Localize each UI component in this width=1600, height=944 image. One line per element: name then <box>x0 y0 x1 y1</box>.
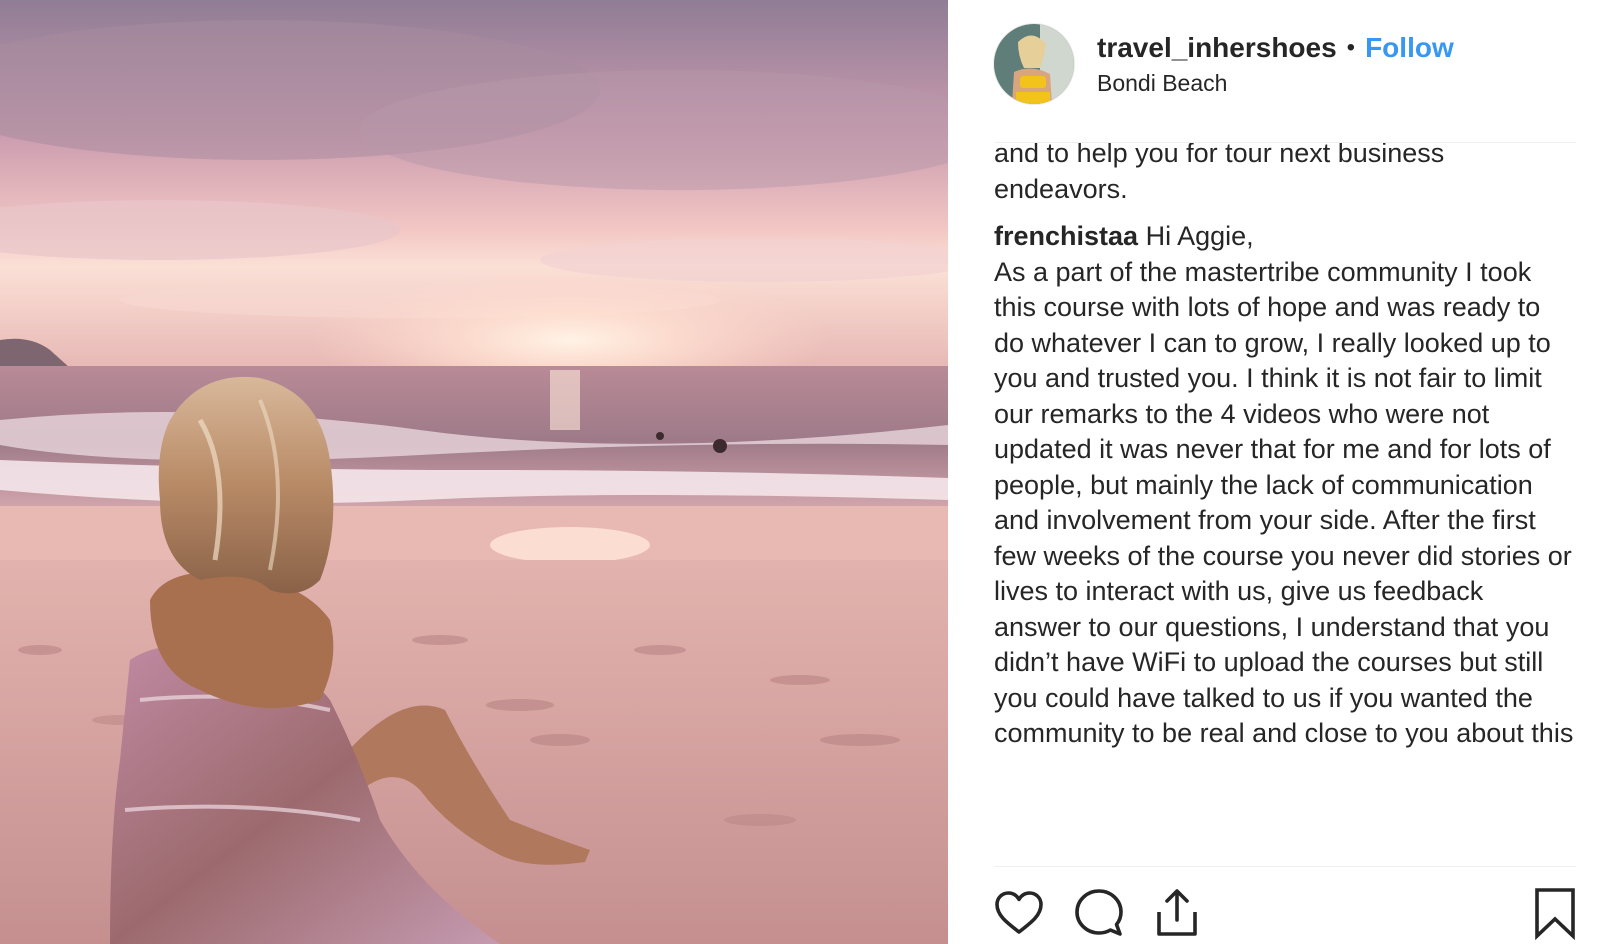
comment-item: frenchistaa Hi Aggie, As a part of the m… <box>994 219 1574 752</box>
avatar-image <box>994 24 1074 104</box>
share-button[interactable] <box>1150 886 1204 940</box>
separator-dot: • <box>1346 33 1356 61</box>
comment-continued-text: and to help you for tour next business e… <box>994 138 1445 204</box>
comment-greeting: Hi Aggie, <box>1145 221 1254 251</box>
username-row: travel_inhershoes • Follow <box>1097 31 1454 65</box>
actions-divider <box>994 866 1576 867</box>
comments-list[interactable]: and to help you for tour next business e… <box>994 136 1574 864</box>
beach-sunset-image <box>0 0 948 944</box>
avatar[interactable] <box>994 24 1074 104</box>
save-button[interactable] <box>1528 886 1582 940</box>
instagram-post: travel_inhershoes • Follow Bondi Beach a… <box>0 0 1600 944</box>
post-photo[interactable] <box>0 0 948 944</box>
post-side-panel: travel_inhershoes • Follow Bondi Beach a… <box>948 0 1600 944</box>
comment-body: As a part of the mastertribe community I… <box>994 256 1574 749</box>
bookmark-icon <box>1535 888 1575 940</box>
comment-bubble-icon <box>1075 889 1123 936</box>
commenter-username[interactable]: frenchistaa <box>994 221 1138 251</box>
header-divider <box>994 142 1576 143</box>
heart-icon <box>995 891 1043 934</box>
share-icon <box>1157 889 1197 936</box>
post-header-text: travel_inhershoes • Follow Bondi Beach <box>1097 31 1454 98</box>
post-header: travel_inhershoes • Follow Bondi Beach <box>994 24 1574 104</box>
follow-button[interactable]: Follow <box>1365 31 1454 65</box>
comment-button[interactable] <box>1072 886 1126 940</box>
action-bar <box>992 886 1582 940</box>
username-link[interactable]: travel_inhershoes <box>1097 31 1337 65</box>
location-link[interactable]: Bondi Beach <box>1097 68 1454 98</box>
like-button[interactable] <box>992 886 1046 940</box>
